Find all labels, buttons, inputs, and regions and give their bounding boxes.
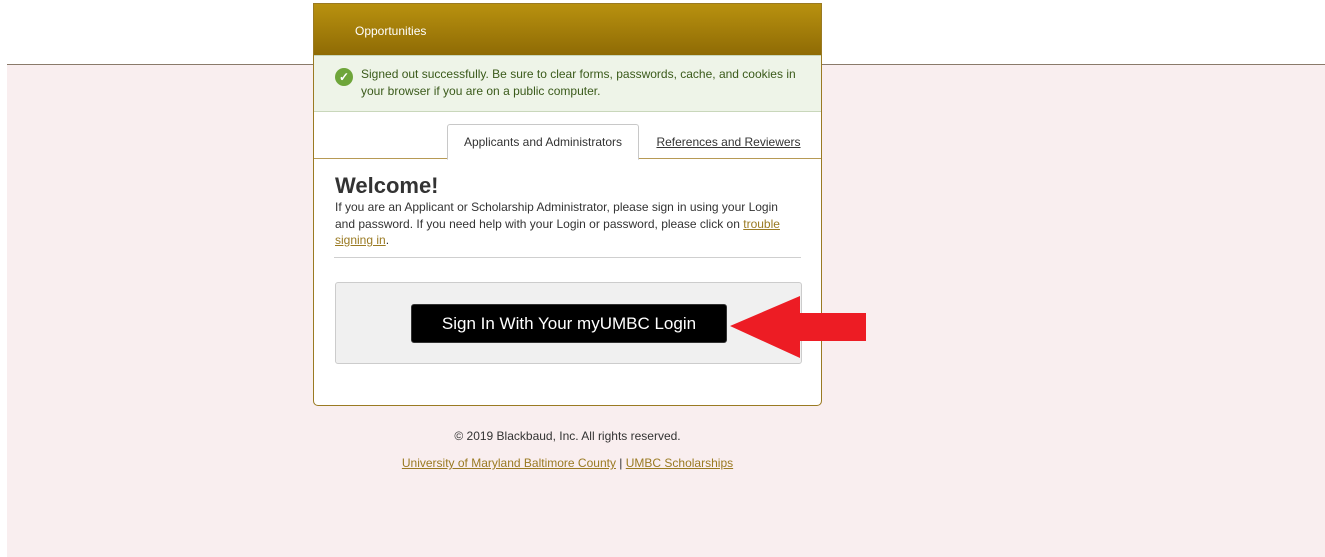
welcome-heading: Welcome! xyxy=(335,173,439,198)
header-title: Opportunities xyxy=(355,24,427,38)
welcome-text: If you are an Applicant or Scholarship A… xyxy=(335,199,801,249)
signin-button[interactable]: Sign In With Your myUMBC Login xyxy=(411,304,727,343)
umbc-scholarships-link[interactable]: UMBC Scholarships xyxy=(626,456,733,470)
success-alert: ✓ Signed out successfully. Be sure to cl… xyxy=(314,55,821,112)
footer-separator: | xyxy=(615,456,626,470)
divider xyxy=(334,256,801,258)
check-circle-icon: ✓ xyxy=(335,68,353,86)
footer-links: University of Maryland Baltimore County … xyxy=(313,456,822,470)
tab-applicants-administrators[interactable]: Applicants and Administrators xyxy=(447,124,639,160)
tab-references-reviewers[interactable]: References and Reviewers xyxy=(651,124,806,160)
umbc-link[interactable]: University of Maryland Baltimore County xyxy=(402,456,616,470)
welcome-section: Welcome! If you are an Applicant or Scho… xyxy=(314,159,821,249)
footer-copyright: © 2019 Blackbaud, Inc. All rights reserv… xyxy=(454,429,681,443)
welcome-text-prefix: If you are an Applicant or Scholarship A… xyxy=(335,200,778,231)
tab-bar: Applicants and Administrators References… xyxy=(314,112,821,160)
red-arrow-icon xyxy=(730,296,866,358)
welcome-text-suffix: . xyxy=(385,233,390,247)
card-header: Opportunities xyxy=(314,4,821,55)
alert-message: Signed out successfully. Be sure to clea… xyxy=(361,67,796,98)
